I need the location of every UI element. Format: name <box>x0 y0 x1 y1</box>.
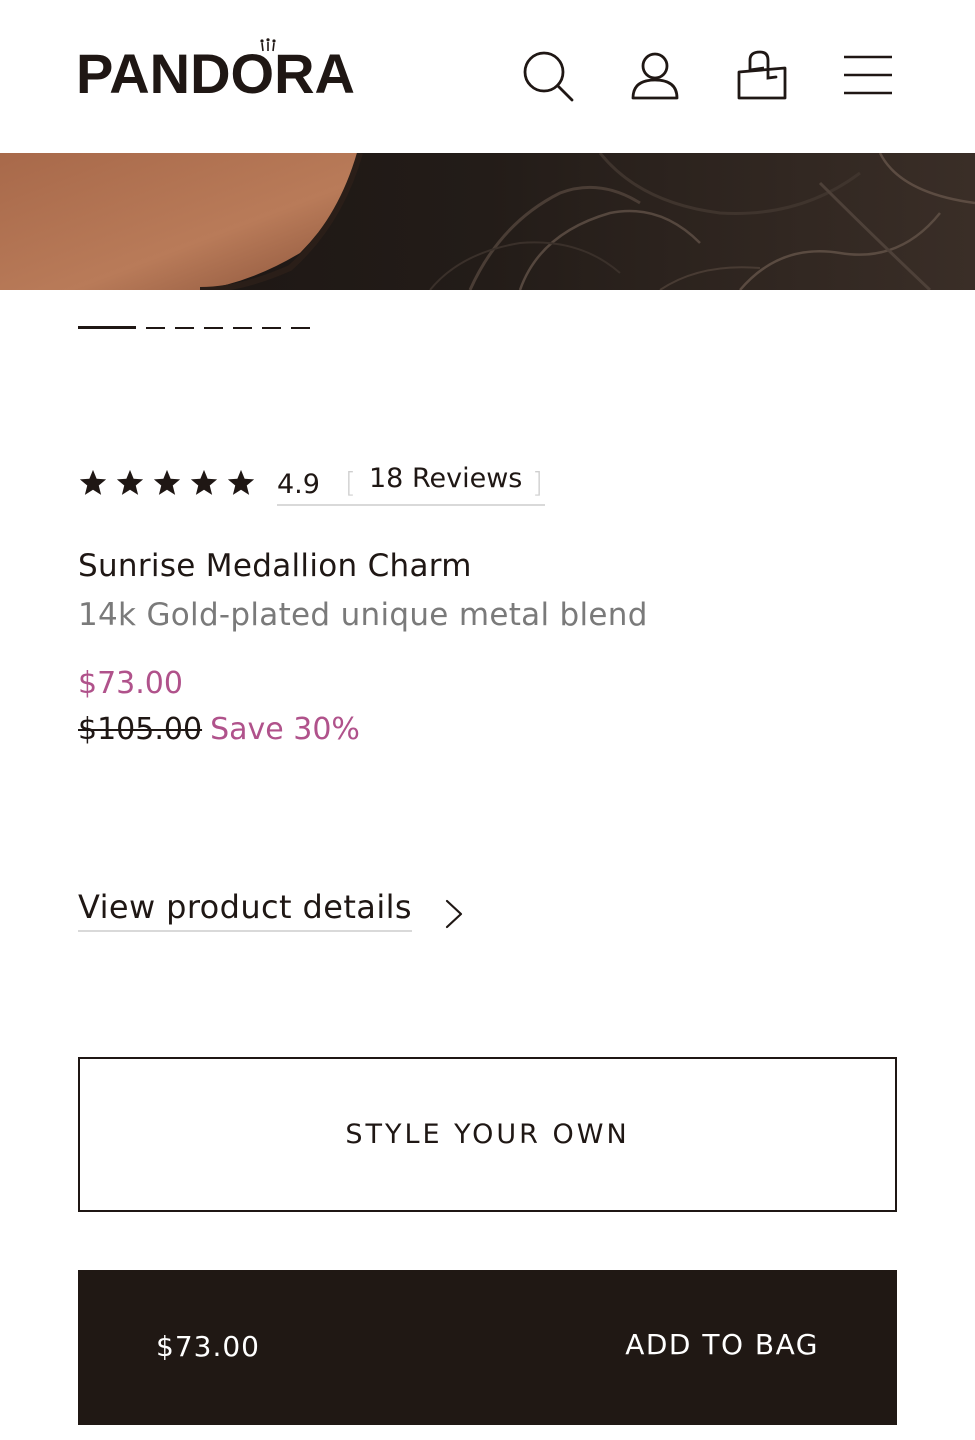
carousel-dot[interactable] <box>146 327 165 329</box>
style-your-own-label: STYLE YOUR OWN <box>345 1119 630 1150</box>
bag-button[interactable] <box>734 48 790 104</box>
star-icon <box>116 469 144 495</box>
reviews-link[interactable]: 4.9 [ 18 Reviews ] <box>277 462 545 506</box>
sale-price: $73.00 <box>78 666 183 701</box>
bracket-left: [ <box>345 466 356 499</box>
rating-value: 4.9 <box>277 469 320 500</box>
hamburger-menu-icon <box>844 55 892 95</box>
star-icon <box>153 469 181 495</box>
hero-photo <box>0 153 975 290</box>
add-to-bag-label: ADD TO BAG <box>625 1328 819 1361</box>
bracket-right: ] <box>532 466 543 499</box>
product-rating: 4.9 [ 18 Reviews ] <box>78 460 545 506</box>
carousel-dot[interactable] <box>233 327 252 329</box>
carousel-dot-active[interactable] <box>78 326 136 329</box>
star-rating <box>78 468 263 498</box>
carousel-dot[interactable] <box>291 327 310 329</box>
logo-text: PANDORA <box>76 42 355 105</box>
site-header: PANDORA <box>0 0 975 153</box>
product-material: 14k Gold-plated unique metal blend <box>78 597 648 633</box>
price-comparison: $105.00 Save 30% <box>78 712 360 747</box>
add-to-bag-button[interactable]: $73.00 ADD TO BAG <box>78 1270 897 1425</box>
product-image[interactable] <box>0 153 975 290</box>
view-product-details-link[interactable]: View product details <box>78 888 463 936</box>
bag-icon <box>737 50 787 100</box>
original-price: $105.00 <box>78 712 203 747</box>
savings-label: Save 30% <box>210 712 360 747</box>
user-icon <box>631 52 679 100</box>
style-your-own-button[interactable]: STYLE YOUR OWN <box>78 1057 897 1212</box>
view-details-label: View product details <box>78 888 412 932</box>
search-button[interactable] <box>520 48 576 104</box>
search-icon <box>523 51 574 102</box>
menu-button[interactable] <box>840 48 896 104</box>
star-icon <box>79 469 107 495</box>
chevron-right-icon <box>445 899 463 929</box>
carousel-indicator <box>78 326 320 330</box>
carousel-dot[interactable] <box>204 327 223 329</box>
add-to-bag-price: $73.00 <box>156 1330 260 1363</box>
carousel-dot[interactable] <box>175 327 194 329</box>
star-icon <box>190 469 218 495</box>
carousel-dot[interactable] <box>262 327 281 329</box>
reviews-count: 18 Reviews <box>369 463 523 494</box>
account-button[interactable] <box>627 48 683 104</box>
star-icon <box>227 469 255 495</box>
product-title: Sunrise Medallion Charm <box>78 548 472 584</box>
crown-icon <box>260 38 276 52</box>
